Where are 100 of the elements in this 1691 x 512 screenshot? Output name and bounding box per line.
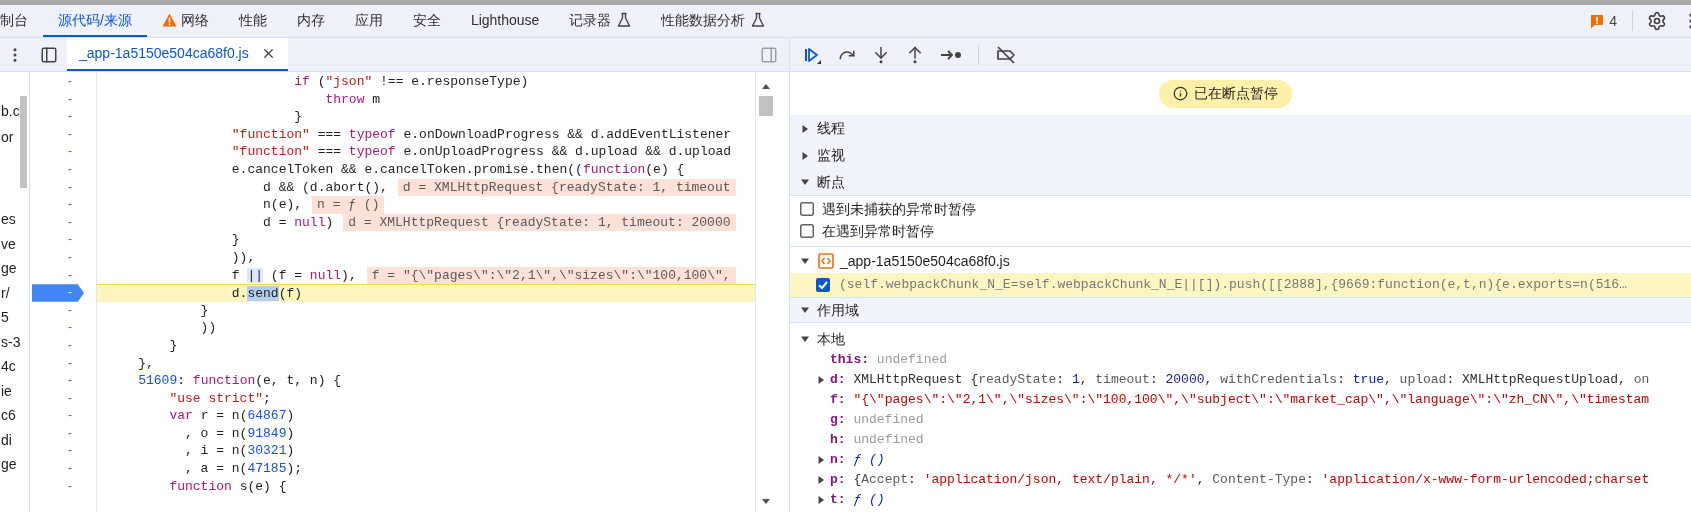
section-header[interactable]: 作用域	[790, 298, 1691, 323]
line-marker: -	[67, 160, 73, 178]
code-line: n(e),	[262, 196, 303, 214]
breakpoint-file-name[interactable]: _app-1a5150e504ca68f0.js	[840, 250, 1010, 272]
scope-property: n: ƒ ()	[830, 451, 885, 470]
checkbox-label[interactable]: 在遇到异常时暂停	[822, 220, 934, 242]
paused-message: 已在断点暂停	[1194, 84, 1278, 103]
panel-tab[interactable]: 内存	[281, 5, 340, 37]
code-line: "use strict";	[168, 389, 271, 408]
line-marker: -	[67, 108, 73, 126]
line-marker: -	[67, 389, 73, 407]
breakpoint-row[interactable]: (self.webpackChunk_N_E=self.webpackChunk_N_E||[]).push([[2888],{9669:function(e,t,n){e.exports=n(516…	[790, 273, 1691, 297]
caret-right-icon[interactable]	[800, 150, 810, 161]
file-name-fragment[interactable]: b.c	[1, 103, 29, 119]
code-line: }	[230, 231, 240, 249]
caret-down-icon[interactable]	[800, 177, 810, 187]
caret-down-icon[interactable]	[800, 334, 810, 344]
file-tab[interactable]: _app-1a5150e504ca68f0.js	[67, 38, 288, 71]
caret-down-icon[interactable]	[800, 256, 810, 266]
line-marker: -	[67, 213, 73, 231]
code-line: if ("json" !== e.responseType)	[293, 73, 529, 91]
section-header[interactable]: 断点	[790, 169, 1691, 196]
scope-property: p: {Accept: 'application/json, text/plain, */*', Content-Type: 'application/x-www-form-urlencoded;charset	[830, 471, 1650, 490]
code-line: }	[168, 336, 178, 355]
scrollbar[interactable]	[758, 96, 773, 116]
deactivate-breakpoints-icon[interactable]	[995, 45, 1017, 64]
section-header[interactable]: 线程	[790, 115, 1691, 142]
file-name-fragment[interactable]: 4c	[1, 358, 29, 374]
file-name-fragment[interactable]: 5	[1, 309, 29, 325]
code-line: f || (f = null),	[230, 266, 357, 285]
code-line: , o = n(91849)	[184, 424, 295, 443]
panel-tab[interactable]: 应用	[339, 5, 398, 37]
caret-down-icon[interactable]	[800, 305, 810, 315]
code-line: "function" === typeof e.onDownloadProgress && d.addEventListener	[230, 125, 732, 144]
panel-tab[interactable]: 性能	[223, 5, 282, 37]
line-marker: -	[67, 301, 73, 319]
scope-property: this: undefined	[830, 351, 948, 370]
line-marker: -	[67, 354, 73, 372]
scrollbar[interactable]	[20, 96, 27, 188]
inline-value: d = XMLHttpRequest {readyState: 1, timeout: 20000	[343, 213, 736, 232]
file-name-fragment[interactable]: ge	[1, 456, 29, 472]
file-name-fragment[interactable]: ie	[1, 382, 29, 399]
code-line: 51609: function(e, t, n) {	[137, 372, 342, 390]
file-name-fragment[interactable]: ge	[1, 260, 29, 276]
line-marker: -	[67, 178, 73, 196]
file-name-fragment[interactable]: s-3	[1, 333, 29, 350]
file-name-fragment[interactable]: es	[1, 211, 29, 227]
code-line: function s(e) {	[168, 477, 287, 496]
line-marker: -	[67, 248, 73, 266]
panel-toggle-icon[interactable]	[760, 45, 778, 64]
file-name-fragment[interactable]: di	[1, 431, 29, 448]
settings-icon[interactable]	[1647, 11, 1667, 31]
line-marker: -	[67, 477, 73, 495]
checkbox[interactable]	[800, 224, 814, 238]
flask-icon	[617, 12, 632, 28]
issue-icon[interactable]	[1590, 13, 1605, 29]
panel-tab[interactable]: 网络	[146, 5, 224, 37]
panel-tab[interactable]: 安全	[397, 5, 456, 37]
scope-property: f: "{\"pages\":\"2,1\",\"sizes\":\"100,100\",\"subject\":\"market_cap\",\"language\":\"zh_CN\",\"timestam	[830, 391, 1650, 410]
panel-tab[interactable]: Lighthouse	[455, 5, 555, 37]
caret-right-icon[interactable]	[800, 123, 810, 134]
line-marker: -	[67, 73, 73, 90]
line-marker: -	[67, 460, 73, 478]
inline-value: n = ƒ ()	[312, 196, 385, 214]
line-marker: -	[67, 266, 73, 284]
sidebar-toggle-icon[interactable]	[39, 45, 58, 64]
panel-tab[interactable]: 性能数据分析	[646, 5, 781, 37]
code-line: "function" === typeof e.onUploadProgress && d.upload && d.upload	[230, 143, 732, 161]
warning-icon	[161, 13, 177, 27]
scope-property: t: ƒ ()	[830, 491, 885, 510]
scroll-up-icon[interactable]	[760, 82, 771, 90]
caret-right-icon[interactable]	[816, 375, 826, 385]
line-marker: -	[67, 407, 73, 425]
line-marker: -	[67, 442, 73, 460]
breakpoint-marker[interactable]: -	[32, 284, 84, 302]
file-name-fragment[interactable]: ve	[1, 235, 29, 252]
scroll-down-icon[interactable]	[760, 498, 771, 506]
panel-tab[interactable]: 记录器	[554, 5, 647, 37]
file-name-fragment[interactable]: c6	[1, 407, 29, 423]
inline-value: d = XMLHttpRequest {readyState: 1, timeout	[397, 178, 736, 197]
scope-group-title[interactable]: 本地	[817, 328, 845, 350]
file-name-fragment[interactable]: r/	[1, 284, 29, 301]
checkbox-label[interactable]: 遇到未捕获的异常时暂停	[822, 198, 976, 220]
code-line: , i = n(30321)	[184, 442, 295, 461]
step-into-icon[interactable]	[872, 45, 890, 64]
code-line: throw m	[324, 90, 381, 109]
code-line: ))	[199, 319, 217, 337]
line-marker: -	[67, 90, 73, 108]
checkbox[interactable]	[800, 202, 814, 216]
checkbox[interactable]	[816, 278, 830, 292]
file-name-fragment[interactable]: or	[1, 129, 29, 145]
code-line: }	[293, 108, 303, 126]
step-out-icon[interactable]	[906, 45, 924, 64]
flask-icon	[751, 12, 766, 28]
panel-tab[interactable]: 制台	[0, 5, 43, 37]
line-marker: -	[67, 336, 73, 354]
code-line: , a = n(47185);	[184, 460, 303, 478]
inline-value: f = "{\"pages\":\"2,1\",\"sizes\":\"100,100\",	[366, 266, 736, 285]
code-line: var r = n(64867)	[168, 407, 295, 425]
section-header[interactable]: 监视	[790, 142, 1691, 169]
